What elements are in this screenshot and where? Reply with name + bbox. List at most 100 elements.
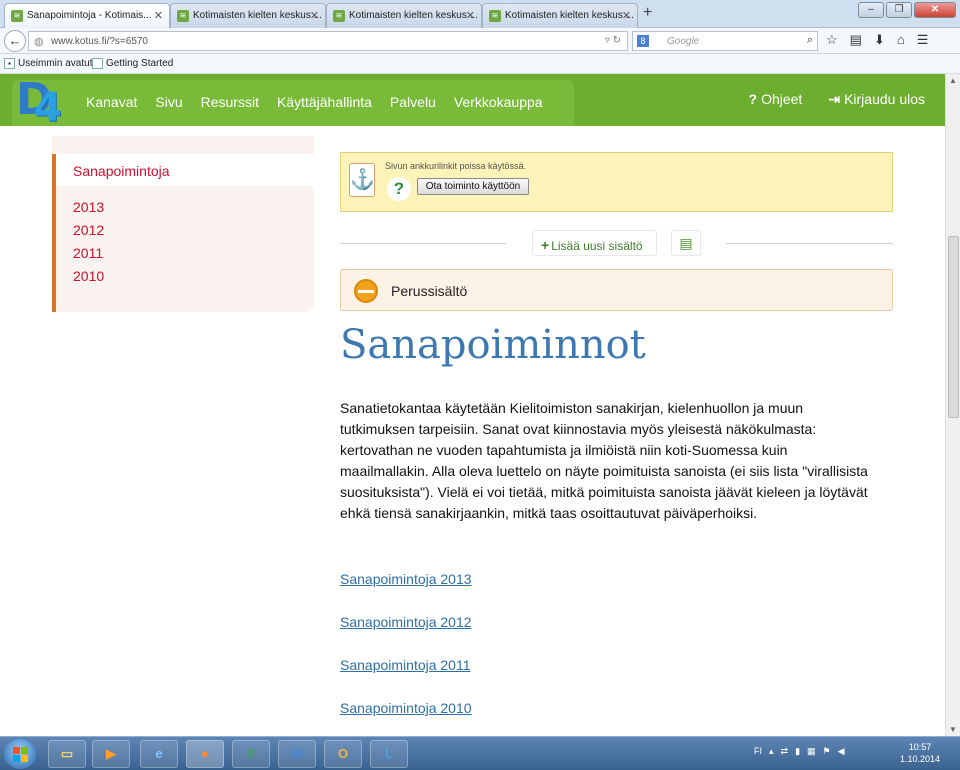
tab-kotus-2[interactable]: ≋ Kotimaisten kielten keskus ... ✕	[326, 3, 482, 28]
link-sanapoimintoja-2011[interactable]: Sanapoimintoja 2011	[340, 657, 471, 673]
tab-title: Sanapoimintoja - Kotimais...	[27, 10, 152, 21]
menu-icon[interactable]: ☰	[917, 32, 929, 48]
divider	[726, 243, 893, 244]
collapse-circle-icon[interactable]	[354, 279, 378, 303]
maximize-icon[interactable]: ❐	[886, 2, 912, 18]
sync-icon[interactable]: ⇄	[781, 746, 789, 757]
logout-link[interactable]: ⇥ Kirjaudu ulos	[828, 91, 925, 108]
plus-icon: +	[541, 237, 550, 253]
minimize-icon[interactable]: –	[858, 2, 884, 18]
enable-feature-button[interactable]: Ota toiminto käyttöön	[417, 178, 529, 195]
back-arrow-icon[interactable]: ←	[4, 30, 26, 52]
add-content-button[interactable]: + Lisää uusi sisältö	[532, 230, 657, 256]
excel-icon[interactable]: X	[232, 740, 270, 768]
search-engine-icon[interactable]: 8	[637, 35, 649, 47]
flag-icon[interactable]: ⚑	[823, 746, 831, 757]
network-icon[interactable]: ▦	[807, 746, 816, 757]
sidebar-nav: Sanapoimintoja 2013 2012 2011 2010	[52, 136, 314, 312]
sidebar-item-sanapoimintoja[interactable]: Sanapoimintoja	[56, 154, 314, 186]
menu-item-kayttajahallinta[interactable]: Käyttäjähallinta	[277, 94, 372, 110]
menu-item-kanavat[interactable]: Kanavat	[86, 94, 137, 110]
sidebar-item-2012[interactable]: 2012	[73, 222, 104, 238]
lync-icon[interactable]: L	[370, 740, 408, 768]
scroll-up-icon[interactable]: ▲	[949, 76, 957, 85]
word-icon[interactable]: W	[278, 740, 316, 768]
firefox-icon[interactable]: ●	[186, 740, 224, 768]
speaker-icon[interactable]: ◀	[838, 746, 845, 757]
menu-item-sivu[interactable]: Sivu	[155, 94, 182, 110]
battery-icon[interactable]: ▮	[795, 746, 800, 757]
tab-kotus-3[interactable]: ≋ Kotimaisten kielten keskus ... ✕	[482, 3, 638, 28]
media-player-icon[interactable]: ▶	[92, 740, 130, 768]
main-menu: Kanavat Sivu Resurssit Käyttäjähallinta …	[86, 94, 543, 110]
site-header: D 4 Kanavat Sivu Resurssit Käyttäjähalli…	[0, 74, 945, 128]
anchor-icon[interactable]: ⚓	[349, 163, 375, 197]
language-indicator[interactable]: FI	[754, 746, 762, 757]
body-text: Sanatietokantaa käytetään Kielitoimiston…	[340, 398, 895, 524]
body-line: kertovathan ne vuoden tapahtumista ja il…	[340, 442, 788, 458]
tab-title: Kotimaisten kielten keskus ...	[505, 10, 634, 21]
download-icon[interactable]: ⬇	[874, 32, 885, 48]
close-tab-icon[interactable]: ✕	[310, 9, 319, 22]
bookmark-star-icon[interactable]: ☆	[826, 32, 838, 48]
help-link[interactable]: ? Ohjeet	[749, 91, 803, 108]
body-line: suosituksista"). Vielä ei voi tietää, mi…	[340, 484, 868, 500]
notice-message: Sivun ankkurilinkit poissa käytössä.	[385, 161, 527, 171]
menu-item-resurssit[interactable]: Resurssit	[201, 94, 259, 110]
bookmarks-toolbar: ▪ Useimmin avatut Getting Started	[0, 54, 960, 74]
bookmark-getting-started[interactable]: Getting Started	[92, 58, 173, 69]
sidebar-item-2013[interactable]: 2013	[73, 199, 104, 215]
close-window-icon[interactable]: ✕	[914, 2, 956, 18]
outlook-icon[interactable]: O	[324, 740, 362, 768]
divider	[340, 243, 506, 244]
explorer-icon[interactable]: ▭	[48, 740, 86, 768]
menu-item-palvelu[interactable]: Palvelu	[390, 94, 436, 110]
tray-expand-icon[interactable]: ▴	[769, 746, 774, 757]
page-icon	[92, 58, 103, 69]
logo-number-icon: 4	[34, 85, 62, 131]
search-icon[interactable]: ⌕	[807, 34, 813, 47]
document-icon[interactable]: ▤	[671, 230, 701, 256]
link-sanapoimintoja-2012[interactable]: Sanapoimintoja 2012	[340, 614, 472, 630]
system-tray: FI ▴ ⇄ ▮ ▦ ⚑ ◀	[754, 746, 845, 757]
bookmark-label: Getting Started	[106, 58, 174, 69]
body-line: tutkimuksen tarpeisiin. Sanat ovat kiinn…	[340, 421, 817, 437]
search-input[interactable]: 8 Google ⌕	[632, 31, 818, 51]
reload-icon[interactable]: ▿ ↻	[605, 35, 621, 46]
help-question-icon[interactable]: ?	[387, 177, 411, 201]
close-tab-icon[interactable]: ✕	[466, 9, 475, 22]
clock[interactable]: 10:57 1.10.2014	[900, 741, 940, 765]
logout-icon: ⇥	[828, 91, 841, 107]
folder-icon: ▪	[4, 58, 15, 69]
scrollbar-thumb[interactable]	[948, 236, 959, 418]
tab-kotus-1[interactable]: ≋ Kotimaisten kielten keskus ... ✕	[170, 3, 326, 28]
scroll-down-icon[interactable]: ▼	[949, 725, 957, 734]
close-tab-icon[interactable]: ✕	[154, 9, 163, 22]
logout-label: Kirjaudu ulos	[844, 91, 925, 107]
basic-content-section[interactable]: Perussisältö	[340, 269, 893, 311]
body-line: ehkä tiensä sanakirjaankin, mitkä taas o…	[340, 505, 758, 521]
clock-time: 10:57	[908, 742, 932, 752]
windows-taskbar: ▭ ▶ e ● X W O L FI ▴ ⇄ ▮ ▦ ⚑ ◀ 10:57 1.1…	[0, 736, 960, 770]
bookmarks-menu-icon[interactable]: ▤	[850, 32, 862, 48]
link-sanapoimintoja-2013[interactable]: Sanapoimintoja 2013	[340, 571, 472, 587]
close-tab-icon[interactable]: ✕	[622, 9, 631, 22]
browser-tab-bar: ≋ Sanapoimintoja - Kotimais... ✕ ≋ Kotim…	[0, 0, 960, 29]
bookmark-most-visited[interactable]: ▪ Useimmin avatut	[4, 58, 92, 69]
internet-explorer-icon[interactable]: e	[140, 740, 178, 768]
help-label: Ohjeet	[761, 91, 803, 107]
page-scrollbar[interactable]: ▲ ▼	[945, 74, 960, 736]
add-content-label: Lisää uusi sisältö	[551, 239, 643, 253]
sidebar-item-2010[interactable]: 2010	[73, 268, 104, 284]
home-icon[interactable]: ⌂	[897, 32, 905, 48]
start-button[interactable]	[4, 739, 36, 769]
bookmark-label: Useimmin avatut	[18, 58, 93, 69]
link-sanapoimintoja-2010[interactable]: Sanapoimintoja 2010	[340, 700, 472, 716]
body-line: maailmallakin. Alla oleva luettelo on nä…	[340, 463, 868, 479]
p4-logo[interactable]: D 4	[16, 78, 68, 132]
new-tab-button[interactable]: +	[643, 4, 652, 22]
tab-sanapoimintoja[interactable]: ≋ Sanapoimintoja - Kotimais... ✕	[4, 3, 170, 29]
menu-item-verkkokauppa[interactable]: Verkkokauppa	[454, 94, 543, 110]
sidebar-item-2011[interactable]: 2011	[73, 245, 103, 261]
url-bar[interactable]: ◍ www.kotus.fi/?s=6570 ▿ ↻	[28, 31, 628, 51]
